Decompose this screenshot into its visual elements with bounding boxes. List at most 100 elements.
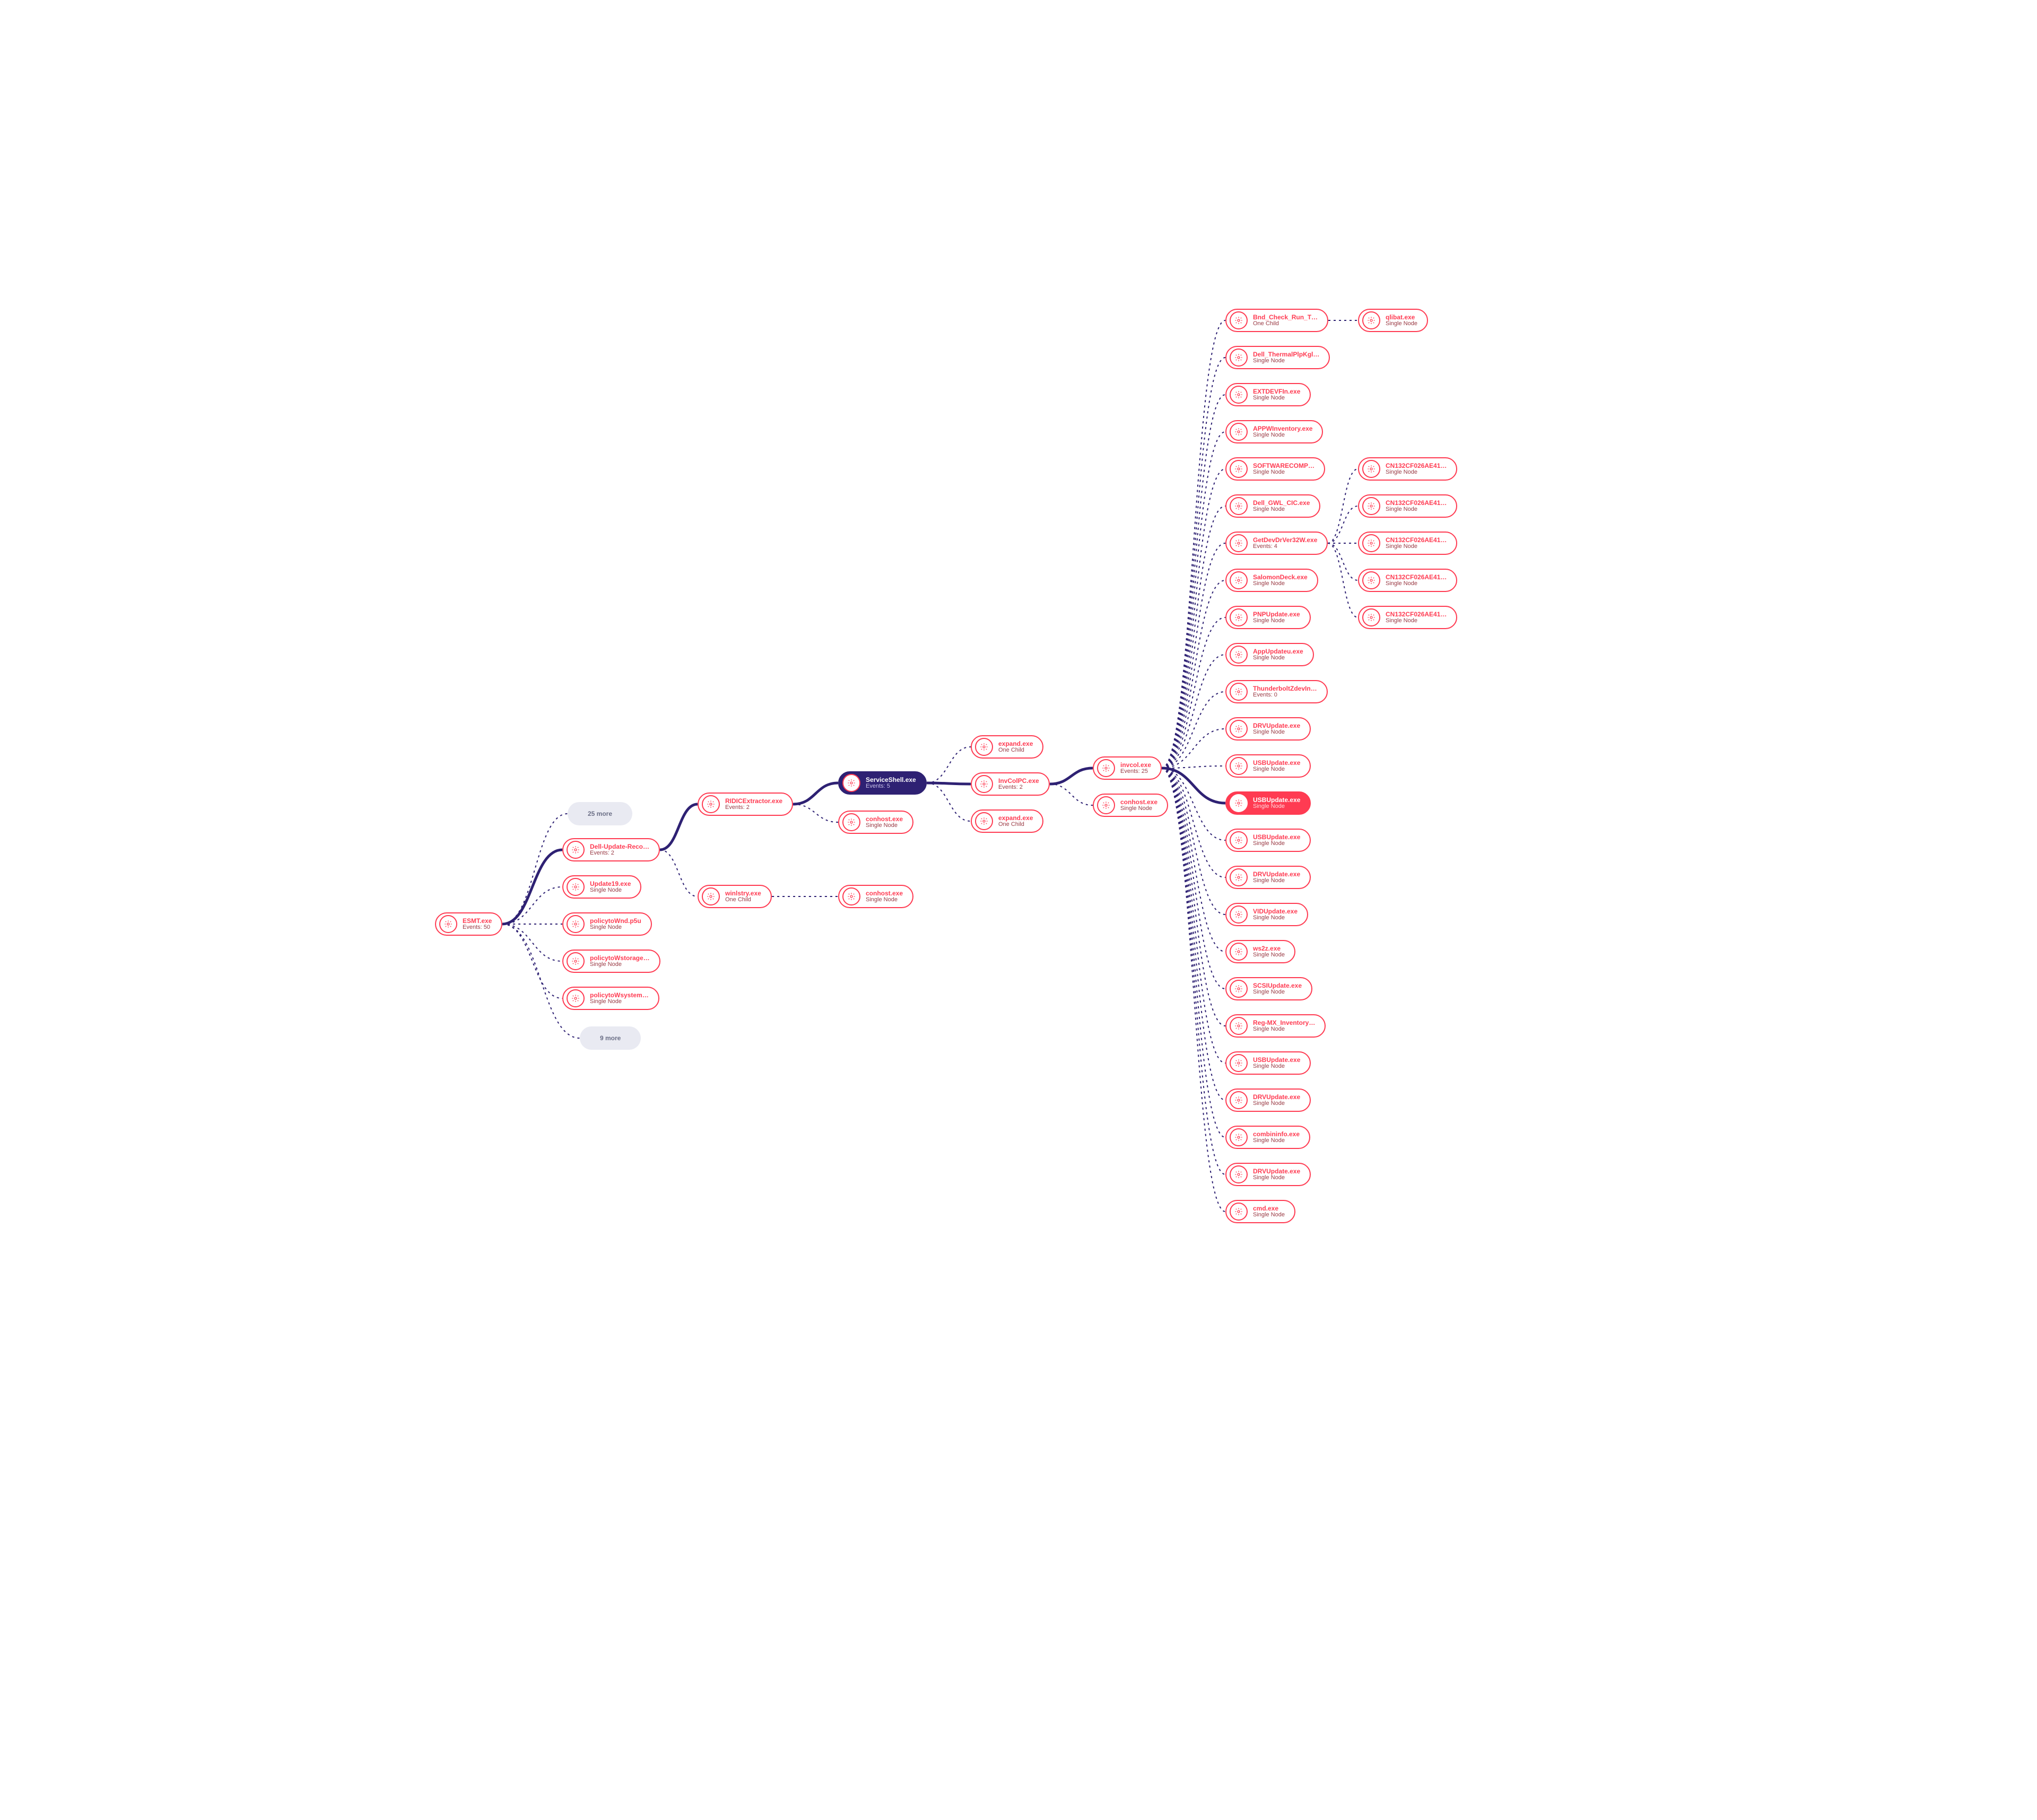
gdv-3[interactable]: CN132CF026AE41…Single Node — [1358, 569, 1457, 592]
gear-icon — [1362, 460, 1380, 478]
big-11[interactable]: DRVUpdate.exeSingle Node — [1225, 717, 1311, 741]
left-node-0[interactable]: Dell-Update-Reco…Events: 2 — [562, 838, 660, 861]
gear-icon — [1230, 1017, 1248, 1035]
big-23[interactable]: DRVUpdate.exeSingle Node — [1225, 1163, 1311, 1186]
gear-icon — [975, 738, 993, 756]
node-subtitle: Single Node — [1253, 767, 1300, 773]
node-title: EXTDEVFIn.exe — [1253, 388, 1300, 395]
node-title: ws2z.exe — [1253, 945, 1285, 952]
gear-icon — [1230, 646, 1248, 664]
node-title: policytoWsystem… — [590, 992, 649, 999]
gear-icon — [1230, 608, 1248, 626]
svc-0[interactable]: expand.exeOne Child — [971, 735, 1043, 759]
gdv-1[interactable]: CN132CF026AE41…Single Node — [1358, 494, 1457, 518]
big-0[interactable]: Bnd_Check_Run_T…One Child — [1225, 309, 1328, 332]
node-title: ThunderboltZdevIn… — [1253, 685, 1317, 692]
big-3[interactable]: APPWInventory.exeSingle Node — [1225, 420, 1323, 443]
pill-more[interactable]: 25 more — [568, 802, 632, 825]
gear-icon — [842, 813, 860, 831]
node-subtitle: Events: 2 — [998, 785, 1039, 791]
big-6[interactable]: GetDevDrVer32W.exeEvents: 4 — [1225, 532, 1328, 555]
service-shell[interactable]: ServiceShell.exeEvents: 5 — [838, 771, 927, 795]
node-title: Bnd_Check_Run_T… — [1253, 314, 1318, 321]
gdv-4[interactable]: CN132CF026AE41…Single Node — [1358, 606, 1457, 629]
node-subtitle: Single Node — [1253, 1101, 1300, 1107]
node-subtitle: Single Node — [866, 897, 903, 903]
node-subtitle: Single Node — [590, 925, 641, 931]
big-1[interactable]: Dell_ThermalPlpKgl…Single Node — [1225, 346, 1330, 369]
gear-icon — [1230, 497, 1248, 515]
svc-1[interactable]: InvColPC.exeEvents: 2 — [971, 772, 1050, 796]
inv-0[interactable]: invcol.exeEvents: 25 — [1093, 756, 1162, 780]
dell-0[interactable]: RIDICExtractor.exeEvents: 2 — [698, 793, 793, 816]
gdv-2[interactable]: CN132CF026AE41…Single Node — [1358, 532, 1457, 555]
big-20[interactable]: USBUpdate.exeSingle Node — [1225, 1051, 1311, 1075]
dell-1[interactable]: winlstry.exeOne Child — [698, 885, 772, 908]
node-title: CN132CF026AE41… — [1386, 500, 1447, 507]
node-subtitle: Single Node — [1253, 729, 1300, 736]
node-title: DRVUpdate.exe — [1253, 871, 1300, 878]
gear-icon — [1362, 497, 1380, 515]
bnd-child[interactable]: qlibat.exeSingle Node — [1358, 309, 1428, 332]
big-24[interactable]: cmd.exeSingle Node — [1225, 1200, 1295, 1223]
inv-1[interactable]: conhost.exeSingle Node — [1093, 794, 1168, 817]
node-subtitle: Events: 4 — [1253, 544, 1317, 550]
gear-icon — [1230, 943, 1248, 961]
node-subtitle: Single Node — [1253, 618, 1300, 624]
big-18[interactable]: SCSIUpdate.exeSingle Node — [1225, 977, 1312, 1000]
node-subtitle: Single Node — [1253, 395, 1300, 402]
node-subtitle: Single Node — [590, 999, 649, 1005]
big-19[interactable]: Reg-MX_Inventory…Single Node — [1225, 1014, 1326, 1038]
svc-2[interactable]: expand.exeOne Child — [971, 809, 1043, 833]
node-subtitle: Single Node — [1253, 989, 1302, 996]
node-title: qlibat.exe — [1386, 314, 1417, 321]
node-subtitle: Events: 50 — [463, 925, 492, 931]
node-subtitle: Events: 25 — [1120, 769, 1151, 775]
big-8[interactable]: PNPUpdate.exeSingle Node — [1225, 606, 1311, 629]
node-subtitle: One Child — [1253, 321, 1318, 327]
big-4[interactable]: SOFTWARECOMP…Single Node — [1225, 457, 1325, 481]
big-17[interactable]: ws2z.exeSingle Node — [1225, 940, 1295, 963]
gear-icon — [1362, 534, 1380, 552]
node-title: Reg-MX_Inventory… — [1253, 1020, 1315, 1026]
left-node-1[interactable]: Update19.exeSingle Node — [562, 875, 641, 899]
big-13[interactable]: USBUpdate.exeSingle Node — [1225, 791, 1311, 815]
node-subtitle: Single Node — [1253, 507, 1310, 513]
left-node-4[interactable]: policytoWsystem…Single Node — [562, 987, 659, 1010]
gear-icon — [702, 795, 720, 813]
gdv-0[interactable]: CN132CF026AE41…Single Node — [1358, 457, 1457, 481]
node-subtitle: Single Node — [1253, 952, 1285, 959]
gear-icon — [567, 915, 585, 933]
node-subtitle: Single Node — [1253, 1212, 1285, 1218]
node-title: Update19.exe — [590, 881, 631, 887]
left-node-3[interactable]: policytoWstorage…Single Node — [562, 950, 660, 973]
root-node[interactable]: ESMT.exeEvents: 50 — [435, 912, 502, 936]
ridic-conhost-1[interactable]: conhost.exeSingle Node — [838, 885, 913, 908]
big-9[interactable]: AppUpdateu.exeSingle Node — [1225, 643, 1314, 666]
gear-icon — [1230, 1165, 1248, 1183]
big-12[interactable]: USBUpdate.exeSingle Node — [1225, 754, 1311, 778]
gear-icon — [1097, 759, 1115, 777]
node-subtitle: Single Node — [1253, 655, 1303, 661]
node-subtitle: Events: 2 — [590, 850, 649, 857]
big-10[interactable]: ThunderboltZdevIn…Events: 0 — [1225, 680, 1328, 703]
node-title: CN132CF026AE41… — [1386, 574, 1447, 581]
big-22[interactable]: combininfo.exeSingle Node — [1225, 1126, 1310, 1149]
node-subtitle: Single Node — [1253, 878, 1300, 884]
gear-icon — [1362, 311, 1380, 329]
gear-icon — [1230, 1128, 1248, 1146]
big-15[interactable]: DRVUpdate.exeSingle Node — [1225, 866, 1311, 889]
node-subtitle: One Child — [998, 822, 1033, 828]
big-2[interactable]: EXTDEVFIn.exeSingle Node — [1225, 383, 1311, 406]
big-21[interactable]: DRVUpdate.exeSingle Node — [1225, 1088, 1311, 1112]
ridic-conhost-0[interactable]: conhost.exeSingle Node — [838, 811, 913, 834]
left-node-2[interactable]: policytoWnd.p5uSingle Node — [562, 912, 652, 936]
node-subtitle: Events: 2 — [725, 805, 782, 811]
big-7[interactable]: SalomonDeck.exeSingle Node — [1225, 569, 1318, 592]
node-title: Dell-Update-Reco… — [590, 843, 649, 850]
big-5[interactable]: Dell_GWL_CIC.exeSingle Node — [1225, 494, 1320, 518]
pill-less[interactable]: 9 more — [580, 1026, 641, 1050]
big-16[interactable]: VIDUpdate.exeSingle Node — [1225, 903, 1308, 926]
node-subtitle: Single Node — [1253, 432, 1312, 439]
big-14[interactable]: USBUpdate.exeSingle Node — [1225, 829, 1311, 852]
